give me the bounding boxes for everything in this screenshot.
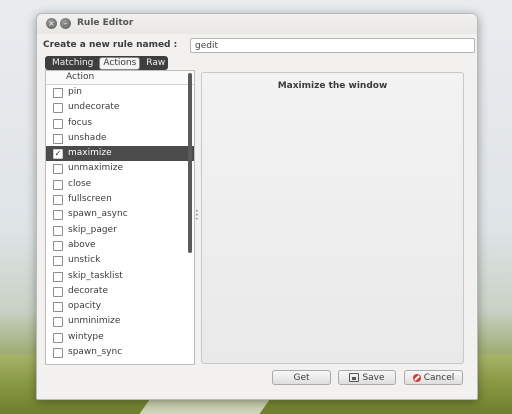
- column-header-action[interactable]: Action: [66, 72, 94, 82]
- row-checkbox[interactable]: [53, 271, 63, 282]
- rule-name-label: Create a new rule named :: [43, 40, 178, 50]
- save-button-label: Save: [362, 372, 385, 383]
- no-entry-icon: [412, 373, 421, 382]
- row-checkbox[interactable]: [53, 286, 63, 297]
- mode-tabs: Matching Actions Raw: [45, 56, 168, 70]
- window-title: Rule Editor: [77, 18, 134, 28]
- get-button-label: Get: [293, 372, 310, 383]
- list-scrollbar[interactable]: [188, 73, 192, 253]
- cancel-button-label: Cancel: [423, 372, 455, 383]
- row-checkbox[interactable]: [53, 225, 63, 236]
- row-label: spawn_async: [68, 209, 128, 220]
- row-label: skip_pager: [68, 224, 117, 235]
- tab-matching[interactable]: Matching: [49, 58, 96, 69]
- row-label: unminimize: [68, 316, 121, 327]
- cancel-button[interactable]: Cancel: [404, 370, 463, 385]
- row-checkbox[interactable]: [53, 348, 63, 359]
- row-label: undecorate: [68, 102, 120, 113]
- row-label: focus: [68, 117, 93, 128]
- row-label: pin: [68, 87, 82, 97]
- row-checkbox[interactable]: [53, 133, 63, 144]
- minimize-icon[interactable]: –: [60, 18, 71, 29]
- row-checkbox[interactable]: [53, 118, 63, 129]
- row-checkbox[interactable]: ✓: [53, 149, 63, 160]
- list-item[interactable]: undecorate: [46, 100, 194, 115]
- row-label: decorate: [68, 285, 108, 296]
- list-item[interactable]: opacity: [46, 299, 194, 314]
- floppy-icon: [349, 373, 360, 382]
- list-item[interactable]: focus: [46, 116, 194, 131]
- row-checkbox[interactable]: [53, 332, 63, 343]
- row-label: skip_tasklist: [68, 270, 123, 281]
- pane-splitter-handle[interactable]: • • •: [195, 209, 199, 223]
- list-item[interactable]: spawn_sync: [46, 345, 194, 360]
- row-checkbox[interactable]: [53, 256, 63, 267]
- row-label: spawn_sync: [68, 347, 123, 358]
- get-button[interactable]: Get: [272, 370, 331, 385]
- row-label: maximize: [68, 148, 112, 159]
- list-item[interactable]: spawn_async: [46, 207, 194, 222]
- list-item[interactable]: unminimize: [46, 314, 194, 329]
- list-item[interactable]: unstick: [46, 253, 194, 268]
- detail-title: Maximize the window: [277, 81, 388, 91]
- row-checkbox[interactable]: [53, 317, 63, 328]
- list-item[interactable]: skip_tasklist: [46, 269, 194, 284]
- rule-name-input[interactable]: [190, 38, 475, 53]
- row-label: unshade: [68, 132, 107, 143]
- row-checkbox[interactable]: [53, 164, 63, 175]
- list-item[interactable]: unshade: [46, 131, 194, 146]
- rule-editor-window: × – Rule Editor Create a new rule named …: [36, 13, 478, 400]
- row-checkbox[interactable]: [53, 240, 63, 251]
- row-checkbox[interactable]: [53, 103, 63, 114]
- list-item[interactable]: fullscreen: [46, 192, 194, 207]
- row-checkbox[interactable]: [53, 88, 63, 98]
- row-label: wintype: [68, 331, 104, 342]
- tab-raw[interactable]: Raw: [143, 58, 168, 69]
- row-label: above: [68, 239, 96, 250]
- list-item[interactable]: wintype: [46, 330, 194, 345]
- row-label: fullscreen: [68, 194, 112, 205]
- row-checkbox[interactable]: [53, 210, 63, 221]
- list-item[interactable]: above: [46, 238, 194, 253]
- titlebar: × – Rule Editor: [37, 14, 477, 34]
- row-label: unmaximize: [68, 163, 124, 174]
- row-checkbox[interactable]: [53, 302, 63, 313]
- row-checkbox[interactable]: [53, 179, 63, 190]
- row-label: opacity: [68, 301, 102, 312]
- close-icon[interactable]: ×: [46, 18, 57, 29]
- list-item[interactable]: ✓ maximize: [46, 146, 194, 162]
- list-header: Action: [46, 71, 194, 85]
- list-item[interactable]: decorate: [46, 284, 194, 299]
- list-item[interactable]: pin: [46, 85, 194, 100]
- row-checkbox[interactable]: [53, 195, 63, 206]
- tab-actions[interactable]: Actions: [99, 56, 141, 70]
- action-detail-panel: Maximize the window: [201, 72, 464, 364]
- list-item[interactable]: skip_pager: [46, 223, 194, 238]
- row-label: close: [68, 178, 92, 189]
- row-label: unstick: [68, 255, 101, 266]
- action-rows: pin undecorate focus unshade ✓ maximize unmaxi…: [46, 85, 194, 360]
- list-item[interactable]: unmaximize: [46, 161, 194, 176]
- save-button[interactable]: Save: [338, 370, 396, 385]
- action-list: Action pin undecorate focus unshade ✓ maximiz…: [45, 70, 195, 365]
- list-item[interactable]: close: [46, 177, 194, 192]
